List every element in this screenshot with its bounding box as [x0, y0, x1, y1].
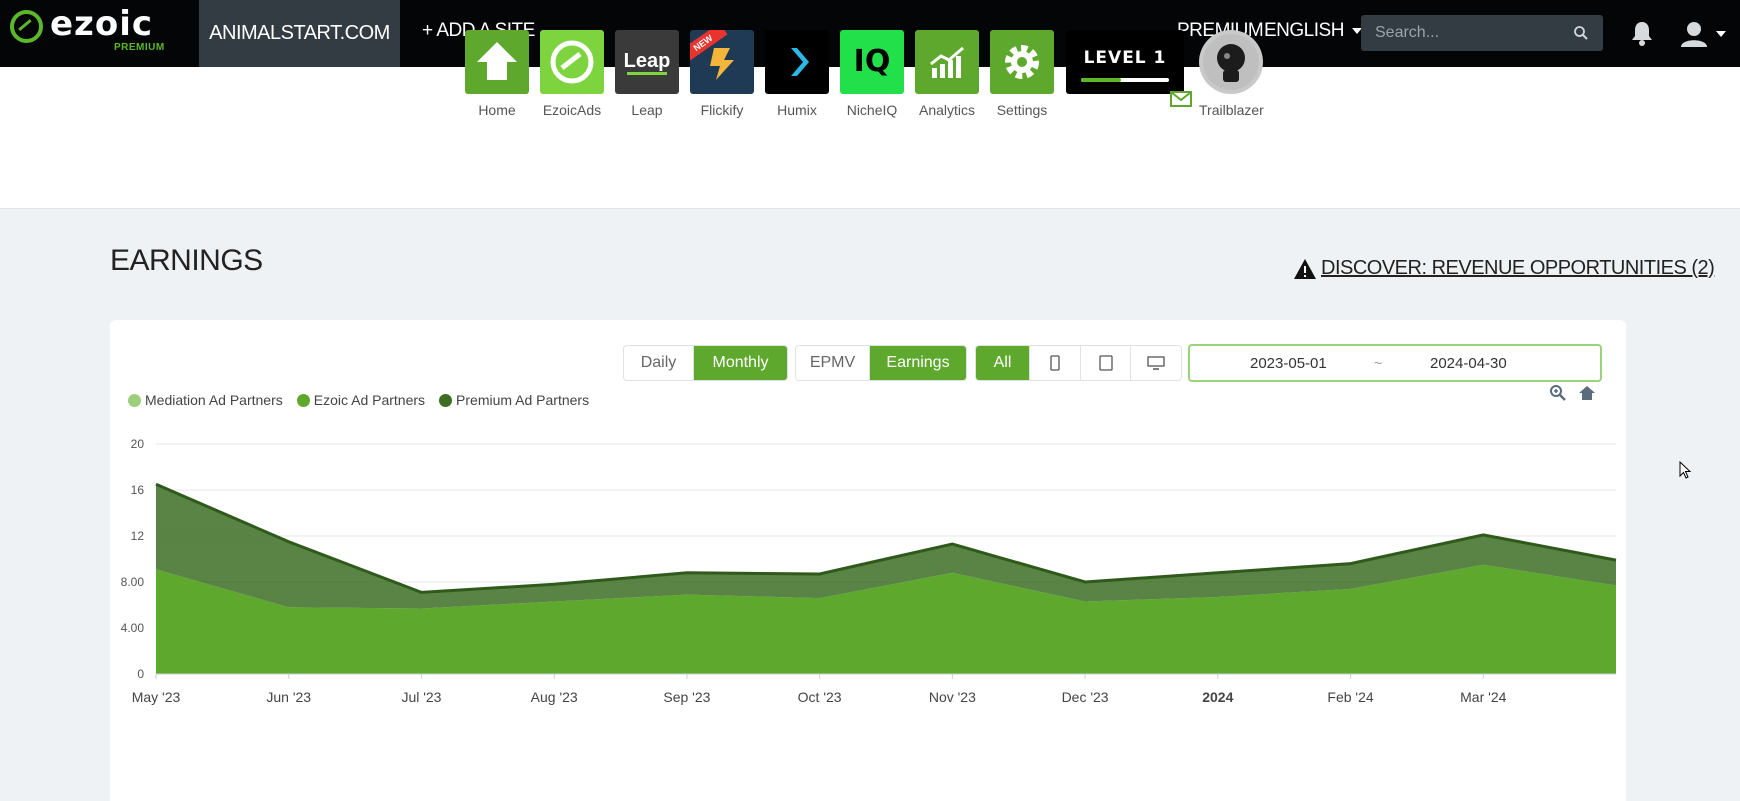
x-tick-label: Dec '23: [1062, 689, 1109, 705]
language-dropdown[interactable]: ENGLISH: [1264, 20, 1362, 42]
x-tick-label: Jul '23: [401, 689, 441, 705]
flickify-icon: NEW: [690, 30, 754, 94]
legend-item-premium[interactable]: Premium Ad Partners: [439, 392, 589, 408]
app-analytics[interactable]: Analytics: [915, 30, 979, 118]
page-title: EARNINGS: [110, 244, 263, 277]
logo-premium-label: PREMIUM: [114, 42, 165, 53]
app-ezoicads[interactable]: EzoicAds: [540, 30, 604, 118]
app-leap[interactable]: Leap Leap: [615, 30, 679, 118]
x-tick-label: Aug '23: [531, 689, 578, 705]
search-input[interactable]: [1375, 23, 1565, 43]
y-tick-label: 12: [131, 529, 145, 543]
analytics-icon: [915, 30, 979, 94]
tablet-button[interactable]: [1081, 346, 1131, 380]
logo-text: ezoic: [50, 4, 154, 44]
discover-opportunities-link[interactable]: DISCOVER: REVENUE OPPORTUNITIES (2): [1293, 257, 1715, 280]
x-tick-label: Jun '23: [266, 689, 311, 705]
x-tick-label: Oct '23: [798, 689, 842, 705]
site-selector[interactable]: ANIMALSTART.COM: [199, 0, 400, 67]
app-label: Settings: [996, 102, 1048, 118]
x-tick-label: Sep '23: [663, 689, 710, 705]
zoom-icon[interactable]: [1549, 384, 1567, 402]
ezoic-logo[interactable]: ezoic PREMIUM: [10, 4, 180, 56]
y-tick-label: 8.00: [121, 575, 145, 589]
metric-toggle: EPMV Earnings: [795, 345, 967, 381]
app-flickify[interactable]: NEW Flickify: [690, 30, 754, 118]
app-label: Leap: [631, 102, 663, 118]
date-range-picker[interactable]: 2023-05-01 ~ 2024-04-30: [1188, 344, 1602, 382]
mobile-icon: [1050, 355, 1060, 371]
language-label: ENGLISH: [1264, 20, 1344, 41]
app-label: Humix: [777, 102, 817, 118]
mail-icon[interactable]: [1170, 91, 1192, 107]
app-label: Flickify: [700, 102, 744, 118]
period-toggle: Daily Monthly: [623, 345, 788, 381]
y-tick-label: 0: [137, 667, 144, 681]
end-date[interactable]: 2024-04-30: [1430, 355, 1507, 372]
leap-icon: Leap: [615, 30, 679, 94]
earnings-area-chart: 0 4.00 8.00 12 16 20 May '23 Jun '23 Jul '23 Aug …: [121, 437, 1617, 705]
app-label: NicheIQ: [846, 102, 898, 118]
app-humix[interactable]: Humix: [765, 30, 829, 118]
ezoic-ads-icon: [540, 30, 604, 94]
ezoic-logo-icon: [10, 10, 43, 43]
legend-item-ezoic[interactable]: Ezoic Ad Partners: [296, 392, 426, 408]
y-tick-label: 16: [131, 483, 145, 497]
app-label: Trailblazer: [1199, 102, 1264, 118]
app-label: Home: [478, 102, 516, 118]
y-tick-label: 4.00: [121, 621, 145, 635]
earnings-button[interactable]: Earnings: [870, 346, 966, 380]
legend-label: Ezoic Ad Partners: [313, 392, 426, 408]
legend-label: Mediation Ad Partners: [145, 392, 283, 408]
x-tick-label: Feb '24: [1327, 689, 1373, 705]
epmv-button[interactable]: EPMV: [796, 346, 870, 380]
date-separator: ~: [1374, 355, 1383, 371]
home-icon: [465, 30, 529, 94]
app-home[interactable]: Home: [465, 30, 529, 118]
start-date[interactable]: 2023-05-01: [1250, 355, 1327, 372]
reset-zoom-home-icon[interactable]: [1578, 384, 1596, 402]
x-tick-label: Mar '24: [1460, 689, 1506, 705]
nicheiq-icon: IQ: [840, 30, 904, 94]
x-tick-label: Nov '23: [929, 689, 976, 705]
daily-button[interactable]: Daily: [624, 346, 694, 380]
x-tick-label: 2024: [1202, 689, 1233, 705]
legend-item-mediation[interactable]: Mediation Ad Partners: [128, 392, 283, 408]
x-tick-label: May '23: [132, 689, 181, 705]
search-box: [1361, 15, 1603, 51]
bell-icon[interactable]: [1628, 19, 1656, 47]
monthly-button[interactable]: Monthly: [694, 346, 787, 380]
desktop-icon: [1147, 356, 1165, 370]
level-card: LEVEL 1: [1066, 30, 1184, 94]
app-nicheiq[interactable]: IQ NicheIQ: [840, 30, 904, 118]
mobile-button[interactable]: [1030, 346, 1081, 380]
y-tick-label: 20: [131, 437, 145, 451]
level-progress: [1081, 78, 1169, 82]
app-label: Analytics: [918, 102, 976, 118]
settings-icon: [990, 30, 1054, 94]
app-trailblazer[interactable]: Trailblazer: [1199, 30, 1264, 118]
legend-label: Premium Ad Partners: [456, 392, 590, 408]
discover-label: DISCOVER: REVENUE OPPORTUNITIES (2): [1321, 257, 1715, 279]
tablet-icon: [1098, 355, 1113, 371]
warning-icon: [1294, 258, 1316, 279]
desktop-button[interactable]: [1131, 346, 1181, 380]
app-label: EzoicAds: [542, 102, 602, 118]
chart-legend: Mediation Ad Partners Ezoic Ad Partners …: [128, 392, 603, 408]
level-badge[interactable]: LEVEL 1: [1066, 30, 1184, 94]
level-text: LEVEL 1: [1083, 48, 1167, 68]
search-icon[interactable]: [1573, 25, 1589, 41]
app-settings[interactable]: Settings: [990, 30, 1054, 118]
all-devices-button[interactable]: All: [976, 346, 1030, 380]
humix-icon: [765, 30, 829, 94]
user-icon[interactable]: [1680, 20, 1728, 48]
device-toggle: All: [975, 345, 1182, 381]
trailblazer-icon: [1199, 30, 1263, 94]
mouse-cursor-icon: [1679, 461, 1691, 479]
